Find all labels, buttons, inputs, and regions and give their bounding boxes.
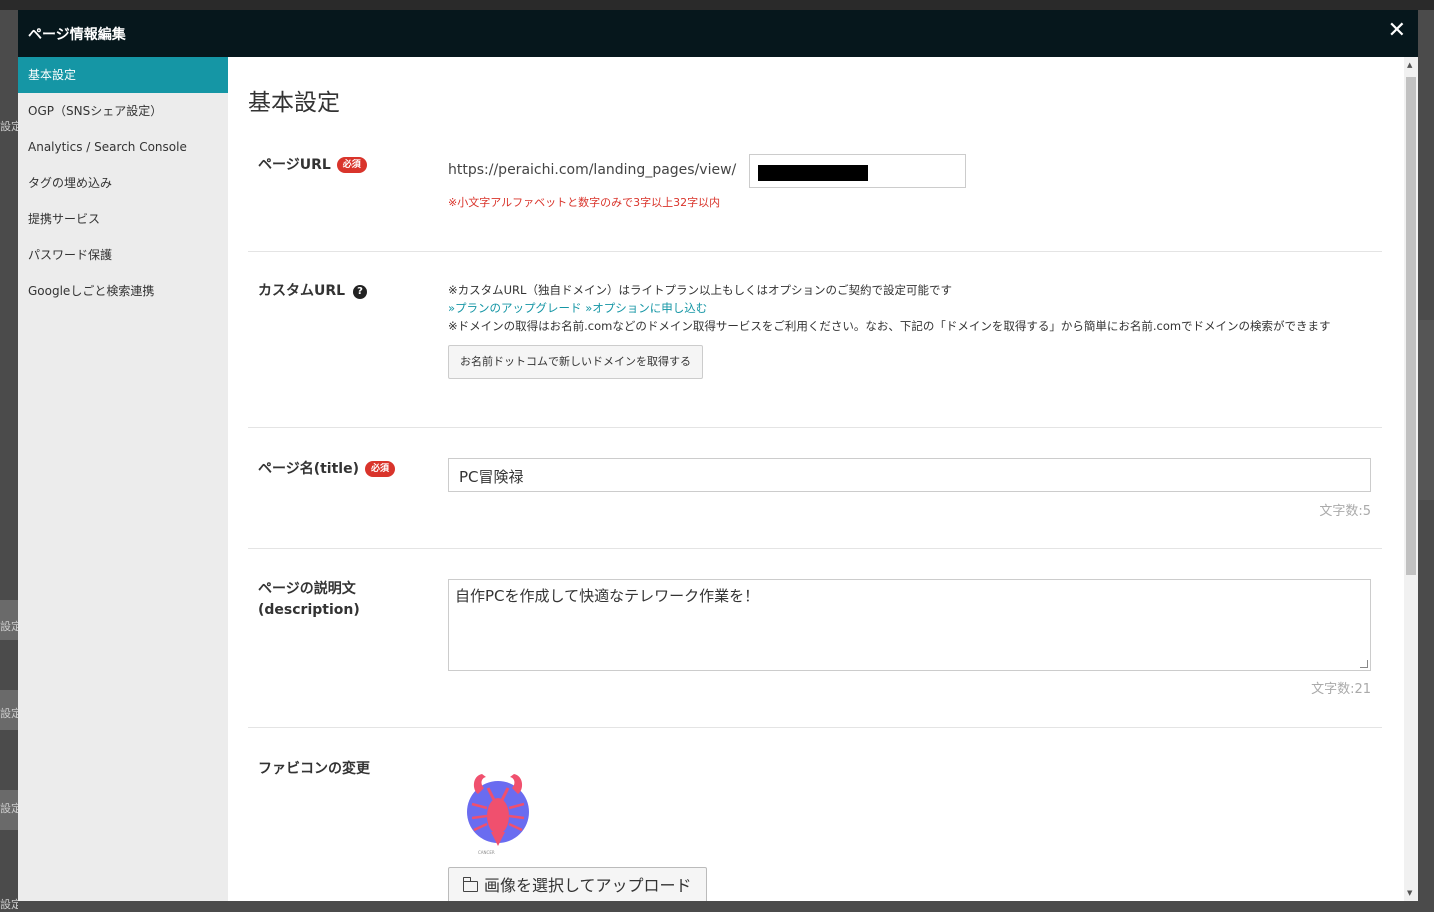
page-url-label-text: ページURL: [258, 157, 331, 173]
page-title-label-text: ページ名(title): [258, 461, 359, 477]
scroll-thumb[interactable]: [1406, 77, 1416, 575]
page-url-row: ページURL 必須 https://peraichi.com/landing_pa…: [248, 137, 1382, 252]
favicon-caption: CANCER: [478, 850, 495, 855]
custom-url-row: カスタムURL? ※カスタムURL（独自ドメイン）はライトプラン以上もしくはオプ…: [248, 252, 1382, 428]
custom-url-content: ※カスタムURL（独自ドメイン）はライトプラン以上もしくはオプションのご契約で設…: [448, 281, 1368, 379]
page-url-input[interactable]: [749, 154, 966, 188]
page-info-modal: ページ情報編集 ✕ 基本設定 OGP（SNSシェア設定） Analytics /…: [18, 10, 1418, 901]
upload-image-button[interactable]: 画像を選択してアップロード: [448, 867, 707, 901]
main-scrollbar[interactable]: ▲ ▼: [1404, 57, 1418, 901]
backdrop-ghost-text: 設定: [0, 898, 18, 911]
backdrop-top-bar: [0, 0, 1434, 10]
modal-title: ページ情報編集: [28, 27, 126, 43]
backdrop-ghost-text: 設定: [0, 620, 18, 633]
folder-open-icon: [462, 877, 478, 892]
description-content: 自作PCを作成して快適なテレワーク作業を！ 文字数:21: [448, 579, 1371, 709]
scroll-up-icon[interactable]: ▲: [1407, 61, 1412, 69]
backdrop-right-panel: [1418, 320, 1434, 500]
sidebar-item-google-jobs[interactable]: Googleしごと検索連携: [18, 273, 228, 309]
description-text: 自作PCを作成して快適なテレワーク作業を！: [455, 587, 760, 605]
custom-url-links: »プランのアップグレード »オプションに申し込む: [448, 299, 1368, 317]
sidebar-item-partner-services[interactable]: 提携サービス: [18, 201, 228, 237]
favicon-label: ファビコンの変更: [258, 761, 370, 777]
description-label-line1: ページの説明文: [258, 581, 356, 597]
resize-grip-icon[interactable]: [1360, 660, 1368, 668]
custom-url-label: カスタムURL?: [258, 281, 368, 302]
sidebar-item-tag-embed[interactable]: タグの埋め込み: [18, 165, 228, 201]
sidebar-item-password[interactable]: パスワード保護: [18, 237, 228, 273]
backdrop-ghost-text: 設定: [0, 120, 18, 133]
section-title: 基本設定: [248, 90, 340, 116]
url-hint: ※小文字アルファベットと数字のみで3字以上32字以内: [448, 196, 721, 209]
description-textarea[interactable]: 自作PCを作成して快適なテレワーク作業を！: [448, 579, 1371, 671]
apply-option-link[interactable]: »オプションに申し込む: [585, 301, 707, 315]
required-badge: 必須: [365, 461, 396, 477]
favicon-row: ファビコンの変更 CANCER 画像を選択してアップロード: [248, 728, 1382, 901]
domain-note: ※ドメインの取得はお名前.comなどのドメイン取得サービスをご利用ください。なお…: [448, 319, 1331, 333]
lobster-favicon-icon: [467, 774, 529, 846]
backdrop-ghost-text: 設定: [0, 802, 18, 815]
settings-main-panel: 基本設定 ページURL 必須 https://peraichi.com/landi…: [228, 57, 1418, 901]
sidebar-item-analytics[interactable]: Analytics / Search Console: [18, 129, 228, 165]
settings-sidebar: 基本設定 OGP（SNSシェア設定） Analytics / Search Co…: [18, 57, 228, 901]
sidebar-item-ogp[interactable]: OGP（SNSシェア設定）: [18, 93, 228, 129]
description-label-line2: (description): [258, 602, 360, 618]
custom-url-note: ※カスタムURL（独自ドメイン）はライトプラン以上もしくはオプションのご契約で設…: [448, 283, 952, 297]
description-char-count: 文字数:21: [1311, 682, 1371, 697]
required-badge: 必須: [336, 157, 367, 173]
page-title-label: ページ名(title) 必須: [258, 459, 396, 480]
favicon-content: CANCER 画像を選択してアップロード: [448, 766, 848, 901]
url-prefix: https://peraichi.com/landing_pages/view/: [448, 162, 737, 178]
scroll-down-icon[interactable]: ▼: [1407, 889, 1412, 897]
close-icon[interactable]: ✕: [1388, 20, 1406, 42]
get-domain-button-wrap: お名前ドットコムで新しいドメインを取得する: [448, 345, 1368, 379]
get-domain-button[interactable]: お名前ドットコムで新しいドメインを取得する: [448, 345, 703, 379]
redacted-value: [758, 165, 868, 181]
description-row: ページの説明文 (description) 自作PCを作成して快適なテレワーク作…: [248, 549, 1382, 728]
page-title-content: PC冒険禄 文字数:5: [448, 458, 1371, 538]
custom-url-label-text: カスタムURL: [258, 283, 346, 299]
help-icon[interactable]: ?: [353, 285, 368, 299]
page-title-input[interactable]: PC冒険禄: [448, 458, 1371, 492]
backdrop-ghost-text: 設定: [0, 707, 18, 720]
sidebar-item-basic[interactable]: 基本設定: [18, 57, 228, 93]
description-label: ページの説明文 (description): [258, 579, 360, 621]
upload-button-label: 画像を選択してアップロード: [484, 876, 692, 895]
upgrade-plan-link[interactable]: »プランのアップグレード: [448, 301, 582, 315]
page-title-char-count: 文字数:5: [1319, 504, 1371, 519]
page-url-label: ページURL 必須: [258, 155, 367, 176]
modal-header: ページ情報編集 ✕: [18, 10, 1418, 57]
page-title-row: ページ名(title) 必須 PC冒険禄 文字数:5: [248, 428, 1382, 549]
